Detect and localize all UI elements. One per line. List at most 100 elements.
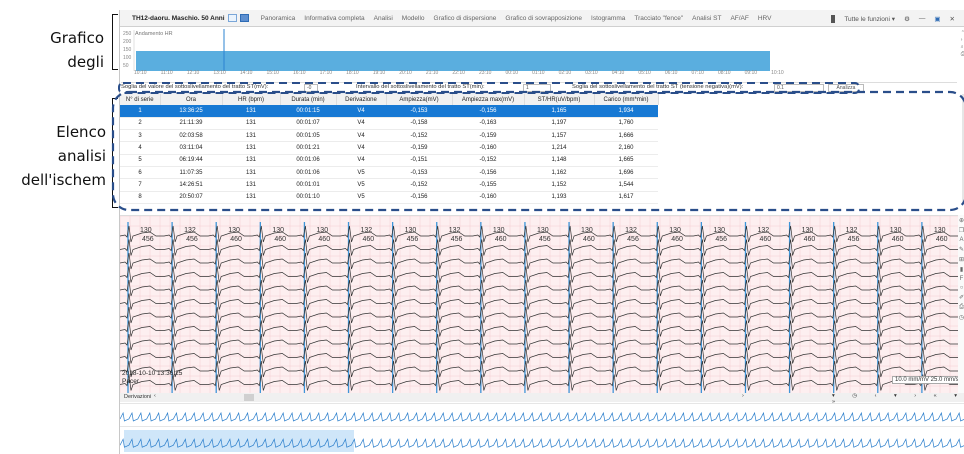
hr-y-tick: 50 (123, 63, 129, 69)
ecg-lead-trace (120, 252, 958, 270)
hr-x-tick: 05:10 (638, 70, 651, 76)
text-icon[interactable]: A (959, 237, 963, 243)
table-cell: -0,156 (452, 166, 524, 180)
table-cell: 13:36:25 (160, 105, 222, 118)
table-row[interactable]: 3 02:03:58 131 00:01:05 V4 -0,152 -0,159 1,157 1… (120, 129, 658, 143)
beat-label: 456 (848, 236, 860, 243)
table-cell: V4 (336, 117, 386, 131)
beat-label: 460 (759, 236, 771, 243)
menu-item[interactable]: Informativa completa (304, 15, 364, 22)
menu-item[interactable]: Istogramma (591, 15, 625, 22)
print-icon[interactable]: ⎙ (959, 304, 964, 311)
clock-icon[interactable]: ◷ (959, 314, 964, 321)
table-header-cell[interactable]: Ampiezza max(mV) (452, 94, 525, 105)
beat-label: 456 (142, 236, 154, 243)
list-annotation: Elenco analisi dell'ischem (6, 120, 106, 192)
threshold-label-1: Soglia del valore del sottoslivellamento… (121, 84, 269, 90)
overview-strip-2[interactable] (120, 426, 964, 454)
ecg-svg: 1304561324561304601304601304601324601304… (120, 216, 958, 393)
table-header-cell[interactable]: ST/HR(uV/bpm) (524, 94, 595, 105)
menu-item[interactable]: Tracciato "fence" (634, 15, 683, 22)
ecg-lead-trace (120, 360, 958, 378)
ecg-lead-trace (120, 306, 958, 324)
table-cell: -0,163 (452, 117, 524, 131)
beat-label: 460 (583, 236, 595, 243)
close-icon[interactable]: ✕ (950, 15, 955, 23)
table-row[interactable]: 5 06:19:44 131 00:01:06 V4 -0,151 -0,152 1,148 1… (120, 154, 658, 167)
menu-item[interactable]: Analisi ST (692, 15, 721, 22)
table-row[interactable]: 8 20:50:07 131 00:01:10 V5 -0,156 -0,160 1,193 1… (120, 191, 658, 204)
minimize-icon[interactable]: — (919, 15, 926, 22)
table-header-cell[interactable]: Derivazione (336, 94, 387, 105)
list-annotation-text: Elenco analisi dell'ischem (21, 123, 106, 189)
beat-label: 460 (892, 236, 904, 243)
menu-item[interactable]: HRV (758, 15, 772, 22)
table-header-cell[interactable]: Ampiezza(mV) (386, 94, 453, 105)
table-cell: 1,696 (594, 166, 658, 180)
all-functions-dropdown[interactable]: Tutte le funzioni ▾ (844, 15, 895, 23)
menu-item[interactable]: Analisi (374, 15, 393, 22)
threshold-input-2[interactable]: 1 (523, 84, 551, 92)
circle-icon[interactable]: ○ (960, 285, 964, 291)
overview-strip-1[interactable] (119, 403, 964, 426)
table-header-cell[interactable]: Ora (160, 94, 223, 105)
menu-item[interactable]: Panoramica (261, 15, 296, 22)
chevron-left-icon[interactable]: ‹ (154, 393, 156, 399)
table-header-cell[interactable]: Carico (mm*min) (594, 94, 659, 105)
menu-item[interactable]: Grafico di sovrapposizione (505, 15, 582, 22)
ecg-strip[interactable]: 130 456 132 456 130 460 130 460 130 460 132 460 130 4… (120, 215, 958, 393)
chevron-right-icon[interactable]: › (742, 393, 744, 399)
table-row[interactable]: 7 14:26:51 131 00:01:01 V5 -0,152 -0,155 1,152 1… (120, 178, 658, 192)
grid-icon[interactable]: ⊞ (959, 256, 964, 263)
maximize-icon[interactable]: ▣ (934, 15, 940, 23)
threshold-input-3[interactable]: 0.1 (774, 84, 824, 92)
hr-x-tick: 00:10 (505, 70, 519, 76)
edit-icon[interactable] (227, 14, 237, 22)
hr-x-tick: 07:10 (691, 70, 704, 76)
zoom-icon[interactable]: ⊕ (959, 217, 964, 224)
screenshot-root: Grafico degli Elenco analisi dell'ischem… (0, 0, 964, 454)
ecg-tools-sidebar: ⊕ ❐ A ✎ ⊞ ▮ F ○ ✐ ⎙ ◷ (958, 215, 964, 393)
hr-x-tick: 13:10 (213, 70, 226, 76)
edit-icon[interactable]: ✐ (959, 294, 964, 301)
table-cell: 00:01:01 (280, 178, 336, 192)
threshold-input-1[interactable]: -0 (304, 84, 318, 92)
hr-y-tick: 200 (123, 39, 132, 45)
table-cell: -0,155 (452, 178, 524, 192)
table-cell: -0,158 (386, 117, 452, 131)
scroll-thumb[interactable] (244, 394, 254, 401)
table-row[interactable]: 1 13:36:25 131 00:01:15 V4 -0,153 -0,156 1,165 1… (120, 105, 658, 118)
table-row[interactable]: 4 03:11:04 131 00:01:21 V4 -0,159 -0,160 1,214 2… (120, 141, 658, 155)
menu-item[interactable]: Modello (402, 15, 425, 22)
ecg-scroll-bar[interactable]: Derivazioni ‹ › ▾ ◷ ‹ ▾ › « ▾ » (120, 393, 964, 405)
table-cell: 1,617 (594, 191, 658, 204)
table-cell: V4 (336, 105, 386, 118)
save-icon[interactable] (239, 14, 249, 22)
beat-label: 456 (539, 236, 551, 243)
menu-item[interactable]: Grafico di dispersione (434, 15, 497, 22)
beat-label: 460 (274, 236, 286, 243)
table-row[interactable]: 2 21:11:39 131 00:01:07 V4 -0,158 -0,163 1,197 1… (120, 117, 658, 131)
settings-icon[interactable]: ⚙ (904, 15, 910, 23)
table-row[interactable]: 6 11:07:35 131 00:01:06 V5 -0,153 -0,156 1,162 1… (120, 166, 658, 180)
ecg-lead-trace (120, 374, 958, 391)
table-cell: -0,152 (452, 154, 524, 167)
ecg-timestamp: 2018-10-10 13:36:25 (122, 370, 183, 377)
copy-icon[interactable]: ❐ (959, 227, 964, 234)
ecg-scale-readout[interactable]: 10.0 mm/mV 25.0 mm/s (892, 376, 962, 384)
table-header-cell[interactable]: HR (bpm) (222, 94, 281, 105)
chart-icon[interactable]: ▮ (960, 266, 963, 273)
hr-x-tick: 06:10 (664, 70, 678, 76)
hr-x-tick: 21:10 (425, 70, 439, 76)
hr-y-tick: 100 (123, 55, 132, 61)
table-cell: 6 (120, 166, 160, 180)
filter-icon[interactable]: F (960, 276, 964, 282)
table-cell: 1,214 (524, 141, 594, 155)
table-header-cell[interactable]: N° di serie (120, 94, 161, 105)
table-header-cell[interactable]: Durata (min) (280, 94, 337, 105)
analyze-button[interactable]: Analizza (828, 84, 864, 92)
hr-x-tick: 02:10 (558, 70, 572, 76)
menu-item[interactable]: AF/AF (730, 15, 748, 22)
table-cell: -0,152 (386, 178, 452, 192)
pen-icon[interactable]: ✎ (959, 246, 964, 253)
